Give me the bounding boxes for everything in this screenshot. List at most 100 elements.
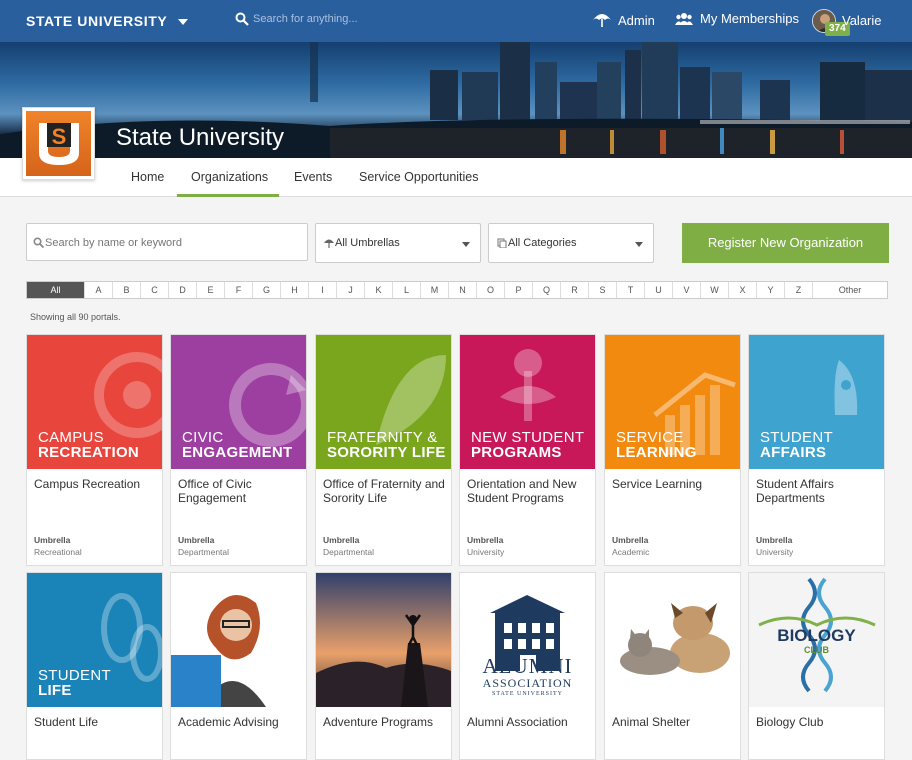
alphabet-filter-k[interactable]: K — [365, 282, 393, 298]
organization-name[interactable]: Campus Recreation — [34, 477, 159, 491]
alphabet-filter-s[interactable]: S — [589, 282, 617, 298]
org-search-box[interactable] — [26, 223, 308, 261]
umbrella-label: Umbrella — [323, 535, 360, 545]
alphabet-filter-j[interactable]: J — [337, 282, 365, 298]
organization-name[interactable]: Orientation and New Student Programs — [467, 477, 592, 505]
organization-name[interactable]: Adventure Programs — [323, 715, 448, 729]
umbrella-label: Umbrella — [467, 535, 504, 545]
global-search-input[interactable]: Search for anything... — [253, 13, 358, 25]
alphabet-filter-i[interactable]: I — [309, 282, 337, 298]
organization-card[interactable]: STUDENT LIFE Student Life — [26, 572, 163, 760]
card-image-label-line2: AFFAIRS — [760, 444, 827, 461]
alphabet-filter-other[interactable]: Other — [813, 282, 887, 298]
organization-card[interactable]: FRATERNITY & SORORITY LIFE Office of Frate… — [315, 334, 452, 566]
organization-artwork-icon — [605, 573, 740, 707]
alphabet-filter-u[interactable]: U — [645, 282, 673, 298]
alphabet-filter-w[interactable]: W — [701, 282, 729, 298]
alphabet-filter-h[interactable]: H — [281, 282, 309, 298]
biology-logo-text: BIOLOGY CLUB — [749, 627, 884, 656]
admin-label: Admin — [618, 12, 655, 28]
chevron-down-icon — [462, 242, 470, 247]
alphabet-filter-y[interactable]: Y — [757, 282, 785, 298]
brand-dropdown-caret-icon[interactable] — [178, 19, 188, 25]
organization-card[interactable]: Animal Shelter — [604, 572, 741, 760]
nav-service-opportunities[interactable]: Service Opportunities — [359, 170, 479, 184]
alphabet-filter-z[interactable]: Z — [785, 282, 813, 298]
organization-card-image[interactable]: NEW STUDENT PROGRAMS — [460, 335, 595, 469]
search-icon[interactable] — [235, 12, 249, 26]
organization-card-image[interactable] — [605, 573, 740, 707]
alumni-logo-line3: STATE UNIVERSITY — [491, 691, 564, 697]
university-logo[interactable]: S — [22, 107, 95, 180]
alphabet-filter-c[interactable]: C — [141, 282, 169, 298]
group-icon — [675, 12, 693, 25]
organization-card-image[interactable]: STUDENT LIFE — [27, 573, 162, 707]
organization-card-image[interactable]: SERVICE LEARNING — [605, 335, 740, 469]
nav-events[interactable]: Events — [294, 170, 332, 184]
alumni-logo-line1: ALUMNI — [482, 654, 573, 678]
alphabet-filter-l[interactable]: L — [393, 282, 421, 298]
umbrella-select[interactable]: All Umbrellas — [315, 223, 481, 263]
search-icon — [33, 237, 44, 248]
organization-name[interactable]: Animal Shelter — [612, 715, 737, 729]
alphabet-filter-r[interactable]: R — [561, 282, 589, 298]
alphabet-filter: All A B C D E F G H I J K L M N O P Q R S T U V W X Y Z Other — [26, 281, 888, 299]
alphabet-filter-m[interactable]: M — [421, 282, 449, 298]
organization-card-image[interactable]: CIVIC ENGAGEMENT — [171, 335, 306, 469]
alphabet-filter-d[interactable]: D — [169, 282, 197, 298]
organization-name[interactable]: Student Affairs Departments — [756, 477, 881, 505]
umbrella-value: Departmental — [178, 547, 230, 557]
organization-card[interactable]: NEW STUDENT PROGRAMS Orientation and New S… — [459, 334, 596, 566]
organization-card[interactable]: Academic Advising — [170, 572, 307, 760]
register-new-organization-button[interactable]: Register New Organization — [682, 223, 889, 263]
organization-card[interactable]: STUDENT AFFAIRS Student Affairs Department… — [748, 334, 885, 566]
card-image-label-line2: ENGAGEMENT — [182, 444, 293, 461]
my-memberships-link[interactable]: My Memberships — [675, 11, 799, 26]
organization-artwork-icon — [316, 573, 451, 707]
alphabet-filter-f[interactable]: F — [225, 282, 253, 298]
organization-name[interactable]: Academic Advising — [178, 715, 303, 729]
organization-card-image[interactable] — [171, 573, 306, 707]
card-image-label-line2: LEARNING — [616, 444, 697, 461]
secondary-nav: Home Organizations Events Service Opport… — [0, 158, 912, 197]
organization-name[interactable]: Student Life — [34, 715, 159, 729]
category-select[interactable]: All Categories — [488, 223, 654, 263]
alphabet-filter-o[interactable]: O — [477, 282, 505, 298]
organization-card-image[interactable]: BIOLOGY CLUB — [749, 573, 884, 707]
organization-card-image[interactable] — [316, 573, 451, 707]
organization-card-image[interactable]: STUDENT AFFAIRS — [749, 335, 884, 469]
admin-link[interactable]: Admin — [592, 11, 655, 29]
alphabet-filter-g[interactable]: G — [253, 282, 281, 298]
alphabet-filter-n[interactable]: N — [449, 282, 477, 298]
organization-card[interactable]: BIOLOGY CLUB Biology Club — [748, 572, 885, 760]
nav-home[interactable]: Home — [131, 170, 164, 184]
organization-card-image[interactable]: CAMPUS RECREATION — [27, 335, 162, 469]
organization-name[interactable]: Service Learning — [612, 477, 737, 491]
organization-card-image[interactable]: FRATERNITY & SORORITY LIFE — [316, 335, 451, 469]
organization-card[interactable]: CAMPUS RECREATION Campus Recreation Umbrell… — [26, 334, 163, 566]
organization-card[interactable]: CIVIC ENGAGEMENT Office of Civic Engagemen… — [170, 334, 307, 566]
org-search-input[interactable] — [45, 233, 300, 253]
alphabet-filter-t[interactable]: T — [617, 282, 645, 298]
organization-card[interactable]: Adventure Programs — [315, 572, 452, 760]
alphabet-filter-all[interactable]: All — [27, 282, 85, 298]
organization-name[interactable]: Office of Civic Engagement — [178, 477, 303, 505]
organization-card[interactable]: ALUMNI ASSOCIATION STATE UNIVERSITY Alumni … — [459, 572, 596, 760]
organization-name[interactable]: Alumni Association — [467, 715, 592, 729]
alphabet-filter-v[interactable]: V — [673, 282, 701, 298]
alphabet-filter-q[interactable]: Q — [533, 282, 561, 298]
alphabet-filter-e[interactable]: E — [197, 282, 225, 298]
alphabet-filter-b[interactable]: B — [113, 282, 141, 298]
organization-name[interactable]: Biology Club — [756, 715, 881, 729]
alphabet-filter-x[interactable]: X — [729, 282, 757, 298]
organization-card-image[interactable]: ALUMNI ASSOCIATION STATE UNIVERSITY — [460, 573, 595, 707]
organization-card[interactable]: SERVICE LEARNING Service Learning Umbrella A… — [604, 334, 741, 566]
brand-name[interactable]: STATE UNIVERSITY — [26, 13, 167, 29]
organization-name[interactable]: Office of Fraternity and Sorority Life — [323, 477, 448, 505]
nav-organizations[interactable]: Organizations — [191, 170, 268, 184]
alphabet-filter-p[interactable]: P — [505, 282, 533, 298]
card-image-label-line2: PROGRAMS — [471, 444, 562, 461]
user-name[interactable]: Valarie — [842, 13, 882, 28]
umbrella-value: Recreational — [34, 547, 82, 557]
alphabet-filter-a[interactable]: A — [85, 282, 113, 298]
